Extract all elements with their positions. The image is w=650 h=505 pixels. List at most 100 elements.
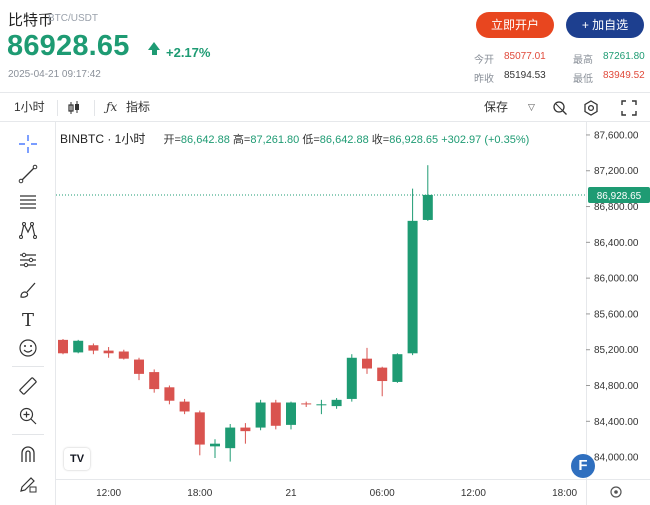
candle-down [301, 403, 312, 405]
tools-divider [12, 366, 44, 367]
candle-down [240, 427, 251, 432]
settings-button[interactable] [583, 93, 601, 123]
candle-down [179, 401, 190, 412]
fullscreen-button[interactable] [621, 93, 639, 123]
legend-open-value: 86,642.88 [180, 134, 230, 146]
stat-high: 最高 87261.80 [573, 51, 645, 66]
candle-down [58, 339, 68, 354]
zoom-in-tool[interactable] [16, 404, 40, 428]
candle-down [377, 367, 388, 382]
fx-icon[interactable]: ƒx [106, 93, 117, 123]
interval-selector[interactable]: 1小时 [14, 93, 45, 123]
candle-down [362, 358, 372, 369]
legend-high-label: 高 [232, 134, 244, 146]
pattern-tool[interactable] [16, 218, 40, 242]
quote-header: 比特币 BTC/USDT 86928.65 +2.17% 2025-04-21 … [0, 0, 650, 92]
stat-high-label: 最高 [573, 55, 593, 66]
stat-high-value: 87261.80 [603, 51, 645, 62]
brush-tool[interactable] [16, 278, 40, 302]
brand-f-logo: F [571, 454, 595, 478]
smiley-icon [19, 339, 37, 357]
add-watchlist-button[interactable]: + 加自选 [566, 12, 644, 38]
magnifier-icon [553, 101, 567, 115]
y-tick-label: 85,200.00 [594, 345, 639, 356]
toolbar-divider [57, 100, 58, 116]
zoom-in-icon [19, 407, 37, 425]
ruler-icon [19, 377, 37, 395]
candle-up [255, 402, 266, 428]
stat-open: 今开 85077.01 [474, 51, 546, 66]
candle-down [149, 372, 160, 390]
chevron-down-icon[interactable]: ▽ [528, 93, 535, 123]
chart-toolbar: 1小时 ƒx 指标 保存 ▽ [0, 92, 650, 122]
y-tick-label: 84,000.00 [594, 453, 639, 464]
stat-open-label: 今开 [474, 55, 494, 66]
stat-low-value: 83949.52 [603, 70, 645, 81]
crosshair-icon [19, 135, 37, 153]
x-tick-label: 18:00 [552, 488, 577, 499]
save-button[interactable]: 保存 [484, 93, 508, 123]
candle-up [392, 354, 403, 382]
fib-tool[interactable] [16, 190, 40, 214]
x-tick-label: 21 [285, 488, 297, 499]
emoji-tool[interactable] [16, 336, 40, 360]
stat-low: 最低 83949.52 [573, 70, 645, 85]
candle-down [118, 351, 129, 359]
x-tick-label: 12:00 [461, 488, 486, 499]
trend-line-tool[interactable] [16, 162, 40, 186]
candlestick-icon [68, 101, 79, 114]
y-tick-label: 87,600.00 [594, 130, 639, 141]
last-price: 86928.65 [7, 30, 130, 62]
forecast-tool[interactable] [16, 248, 40, 272]
stat-prev-close: 昨收 85194.53 [474, 70, 546, 85]
legend-change: +302.97 (+0.35%) [441, 134, 530, 146]
text-tool[interactable]: T [16, 308, 40, 332]
stat-prev-value: 85194.53 [504, 70, 546, 81]
candle-down [194, 412, 205, 445]
legend-symbol: BINBTC · 1小时 [60, 132, 146, 146]
quick-search-button[interactable] [552, 93, 570, 123]
indicators-button[interactable]: 指标 [126, 93, 150, 123]
trend-line-icon [18, 164, 38, 184]
x-tick-label: 12:00 [96, 488, 121, 499]
candle-type-button[interactable] [66, 93, 84, 123]
candle-down [270, 402, 281, 426]
candle-up [331, 399, 342, 407]
gear-icon [584, 100, 598, 116]
horizontal-lines-icon [20, 195, 36, 209]
legend-open-label: 开 [163, 134, 175, 146]
candle-up [407, 220, 418, 354]
candle-up [422, 194, 433, 220]
open-account-button[interactable]: 立即开户 [476, 12, 554, 38]
pattern-icon [19, 222, 37, 239]
toolbar-divider [94, 100, 95, 116]
drawing-tools: T [0, 122, 56, 505]
candle-up [316, 404, 327, 406]
x-tick-label: 06:00 [370, 488, 395, 499]
legend-close-label: 收 [371, 134, 383, 146]
legend-low-label: 低 [302, 134, 314, 146]
magnet-icon [21, 446, 35, 462]
y-tick-label: 85,600.00 [594, 309, 639, 320]
change-percent: +2.17% [166, 45, 211, 60]
legend-low-value: 86,642.88 [319, 134, 369, 146]
magnet-tool[interactable] [16, 442, 40, 466]
lock-drawings-tool[interactable] [16, 472, 40, 496]
crosshair-tool[interactable] [16, 132, 40, 156]
candle-down [88, 345, 99, 351]
ruler-tool[interactable] [16, 374, 40, 398]
tradingview-logo[interactable]: TV [64, 448, 90, 470]
chart-area[interactable]: 84,000.00 84,400.00 84,800.00 85,200.00 85,6… [56, 122, 650, 505]
pencil-lock-icon [20, 477, 37, 493]
y-tick-label: 86,800.00 [594, 202, 639, 213]
candle-down [134, 359, 144, 374]
stat-low-label: 最低 [573, 74, 593, 85]
candlestick-chart[interactable]: 84,000.00 84,400.00 84,800.00 85,200.00 85,6… [56, 122, 650, 505]
stat-prev-label: 昨收 [474, 74, 494, 85]
tools-divider [12, 434, 44, 435]
legend-close-value: 86,928.65 [389, 134, 439, 146]
y-tick-label: 86,400.00 [594, 238, 639, 249]
quote-timestamp: 2025-04-21 09:17:42 [8, 69, 101, 80]
candle-up [73, 340, 84, 353]
candle-up [346, 357, 357, 399]
